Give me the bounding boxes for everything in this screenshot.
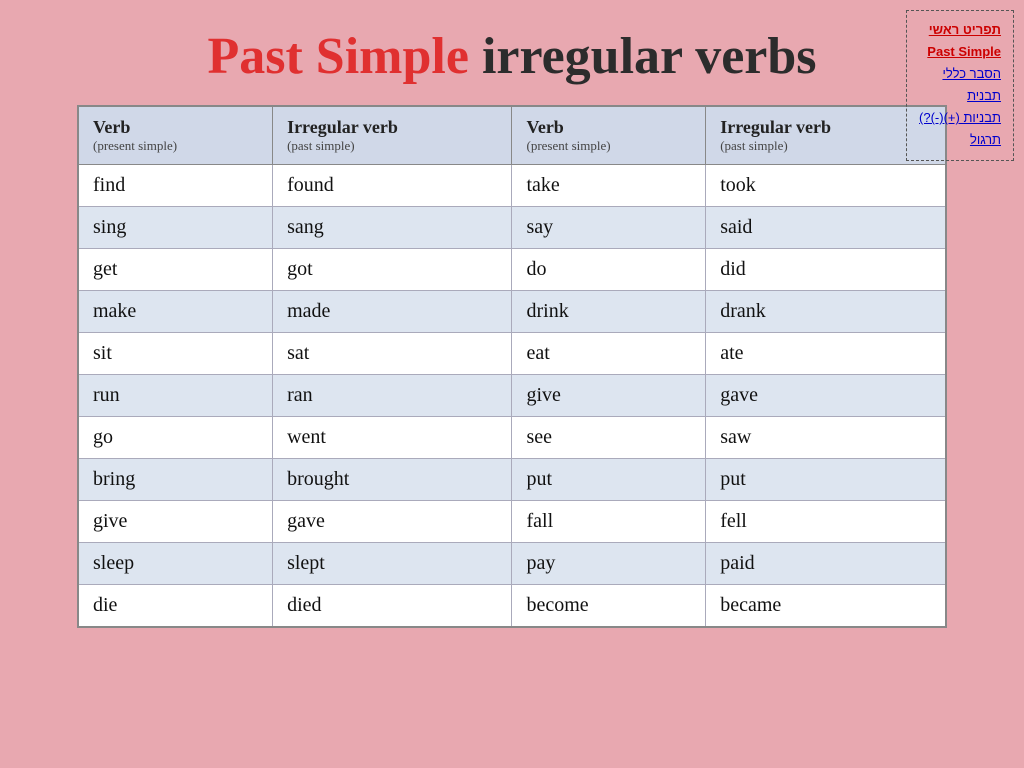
table-row: givegavefallfell — [78, 501, 946, 543]
table-cell: got — [273, 249, 512, 291]
nav-general[interactable]: הסבר כללי — [919, 63, 1001, 85]
table-cell: eat — [512, 333, 706, 375]
col-verb1: Verb (present simple) — [78, 106, 273, 165]
table-cell: become — [512, 585, 706, 628]
table-cell: put — [706, 459, 946, 501]
table-cell: sing — [78, 207, 273, 249]
table-cell: drink — [512, 291, 706, 333]
table-row: sleepsleptpaypaid — [78, 543, 946, 585]
table-row: gowentseesaw — [78, 417, 946, 459]
table-cell: go — [78, 417, 273, 459]
table-cell: bring — [78, 459, 273, 501]
table-row: getgotdodid — [78, 249, 946, 291]
table-cell: give — [512, 375, 706, 417]
table-cell: say — [512, 207, 706, 249]
table-row: makemadedrinkdrank — [78, 291, 946, 333]
table-cell: sleep — [78, 543, 273, 585]
nav-practice[interactable]: תרגול — [919, 129, 1001, 151]
table-cell: find — [78, 165, 273, 207]
table-cell: took — [706, 165, 946, 207]
nav-past-simple[interactable]: Past Simple — [919, 41, 1001, 63]
table-cell: ate — [706, 333, 946, 375]
title-past-simple: Past Simple — [207, 28, 468, 85]
table-cell: made — [273, 291, 512, 333]
table-row: runrangivegave — [78, 375, 946, 417]
table-cell: take — [512, 165, 706, 207]
nav-patterns[interactable]: תבניות (+)(-)?) — [919, 107, 1001, 129]
table-cell: get — [78, 249, 273, 291]
table-cell: gave — [706, 375, 946, 417]
table-cell: sit — [78, 333, 273, 375]
table-cell: die — [78, 585, 273, 628]
table-row: findfoundtaketook — [78, 165, 946, 207]
table-cell: fall — [512, 501, 706, 543]
table-cell: saw — [706, 417, 946, 459]
table-cell: sang — [273, 207, 512, 249]
table-cell: run — [78, 375, 273, 417]
table-cell: put — [512, 459, 706, 501]
table-cell: see — [512, 417, 706, 459]
col-verb2: Verb (present simple) — [512, 106, 706, 165]
table-cell: paid — [706, 543, 946, 585]
page-title: Past Simple irregular verbs — [0, 0, 1024, 105]
verbs-table-container: Verb (present simple) Irregular verb (pa… — [77, 105, 947, 628]
header-row: Verb (present simple) Irregular verb (pa… — [78, 106, 946, 165]
nav-main[interactable]: תפריט ראשי — [919, 19, 1001, 41]
table-cell: sat — [273, 333, 512, 375]
table-cell: make — [78, 291, 273, 333]
title-irregular: irregular verbs — [482, 28, 817, 85]
table-cell: ran — [273, 375, 512, 417]
table-cell: slept — [273, 543, 512, 585]
table-row: singsangsaysaid — [78, 207, 946, 249]
table-body: findfoundtaketooksingsangsaysaidgetgotdo… — [78, 165, 946, 628]
table-cell: give — [78, 501, 273, 543]
table-cell: pay — [512, 543, 706, 585]
table-cell: became — [706, 585, 946, 628]
table-cell: went — [273, 417, 512, 459]
table-cell: did — [706, 249, 946, 291]
table-cell: drank — [706, 291, 946, 333]
table-cell: died — [273, 585, 512, 628]
col-irregular1: Irregular verb (past simple) — [273, 106, 512, 165]
table-cell: gave — [273, 501, 512, 543]
table-cell: brought — [273, 459, 512, 501]
table-cell: said — [706, 207, 946, 249]
table-row: bringbroughtputput — [78, 459, 946, 501]
verbs-table: Verb (present simple) Irregular verb (pa… — [77, 105, 947, 628]
nav-structure[interactable]: תבנית — [919, 85, 1001, 107]
table-cell: fell — [706, 501, 946, 543]
table-row: diediedbecomebecame — [78, 585, 946, 628]
table-header: Verb (present simple) Irregular verb (pa… — [78, 106, 946, 165]
nav-box: תפריט ראשי Past Simple הסבר כללי תבנית ת… — [906, 10, 1014, 161]
table-cell: found — [273, 165, 512, 207]
table-cell: do — [512, 249, 706, 291]
table-row: sitsateatate — [78, 333, 946, 375]
